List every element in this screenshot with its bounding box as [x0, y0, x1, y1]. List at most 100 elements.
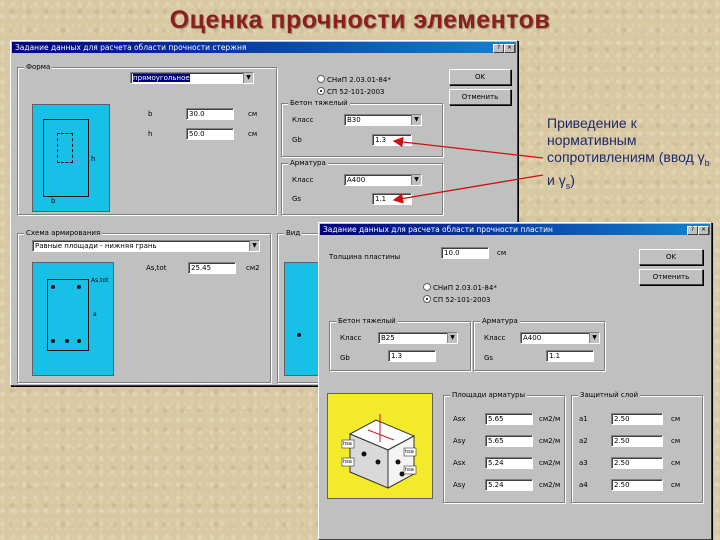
rebar-dot — [65, 339, 69, 343]
close-icon[interactable]: × — [698, 226, 709, 235]
rebar-dot — [77, 339, 81, 343]
concrete-class-value: B25 — [381, 334, 395, 342]
rebar-dot — [51, 339, 55, 343]
help-icon[interactable]: ? — [687, 226, 698, 235]
section-picture: b h — [32, 104, 110, 212]
chevron-down-icon[interactable]: ▼ — [589, 333, 599, 343]
row-cover-label: a3 — [579, 459, 588, 467]
rod-dialog-title: Задание данных для расчета области прочн… — [15, 43, 247, 52]
concrete-group: Бетон тяжелый Класс B30 ▼ Gb 1.3 — [281, 99, 443, 157]
cancel-button[interactable]: Отменить — [639, 269, 703, 285]
concrete-group-label: Бетон тяжелый — [336, 317, 398, 325]
b-unit: см — [248, 110, 258, 118]
row-cover-input[interactable]: 2.50 — [611, 435, 663, 447]
row-label: Asy — [453, 437, 466, 445]
rebar-class-label: Класс — [484, 334, 506, 342]
h-unit: см — [248, 130, 258, 138]
rebar-dot — [297, 333, 301, 337]
pic-label: hsa — [405, 467, 414, 473]
plate-dialog-title: Задание данных для расчета области прочн… — [323, 225, 553, 234]
ok-button[interactable]: OK — [639, 249, 703, 265]
row-area-unit: см2/м — [539, 437, 561, 445]
annotation-mid: и γ — [547, 171, 566, 188]
close-icon[interactable]: × — [504, 44, 515, 53]
rod-dialog-titlebar[interactable]: Задание данных для расчета области прочн… — [12, 42, 516, 53]
row-label: Asx — [453, 459, 466, 467]
norm-radio-snip[interactable]: СНиП 2.03.01-84* — [317, 75, 391, 84]
chevron-down-icon[interactable]: ▼ — [249, 241, 259, 251]
row-area-unit: см2/м — [539, 459, 561, 467]
norm-radio-snip[interactable]: СНиП 2.03.01-84* — [423, 283, 497, 292]
row-area-input[interactable]: 5.65 — [485, 413, 533, 425]
gamma-b-input[interactable]: 1.3 — [388, 350, 436, 362]
row-area-unit: см2/м — [539, 481, 561, 489]
gamma-b-label: Gb — [292, 136, 302, 144]
astot-label: As,tot — [146, 264, 167, 272]
concrete-class-value: B30 — [347, 116, 361, 124]
plate-dialog: Задание данных для расчета области прочн… — [318, 222, 712, 540]
shape-select-value: прямоугольное — [133, 74, 190, 82]
h-label: h — [148, 130, 153, 138]
rebar-group-label: Арматура — [480, 317, 520, 325]
chevron-down-icon[interactable]: ▼ — [447, 333, 457, 343]
slide-title: Оценка прочности элементов — [169, 6, 551, 34]
b-input[interactable]: 30.0 — [186, 108, 234, 120]
norm-radio-snip-label: СНиП 2.03.01-84* — [433, 284, 497, 292]
row-label: Asy — [453, 481, 466, 489]
inner-outline — [57, 133, 73, 163]
row-cover-unit: см — [671, 481, 681, 489]
chevron-down-icon[interactable]: ▼ — [411, 115, 421, 125]
layout-select-value: Равные площади - нижняя грань — [35, 242, 157, 250]
row-cover-input[interactable]: 2.50 — [611, 413, 663, 425]
gamma-s-label: Gs — [292, 195, 302, 203]
layout-group: Схема армирования Равные площади - нижня… — [17, 229, 271, 383]
astot-input[interactable]: 25.45 — [188, 262, 236, 274]
rebar-dot — [77, 285, 81, 289]
row-cover-input[interactable]: 2.50 — [611, 457, 663, 469]
rebar-class-select[interactable]: A400 ▼ — [344, 174, 422, 186]
row-cover-unit: см — [671, 437, 681, 445]
layout-group-label: Схема армирования — [24, 229, 103, 237]
row-area-input[interactable]: 5.65 — [485, 435, 533, 447]
rebar-class-value: A400 — [347, 176, 366, 184]
concrete-class-label: Класс — [340, 334, 362, 342]
help-icon[interactable]: ? — [493, 44, 504, 53]
gamma-s-label: Gs — [484, 354, 494, 362]
row-cover-unit: см — [671, 415, 681, 423]
cancel-button[interactable]: Отменить — [449, 89, 511, 105]
concrete-group: Бетон тяжелый Класс B25 ▼ Gb 1.3 — [329, 317, 471, 371]
annotation-main: Приведение к нормативным сопротивлениям … — [547, 115, 705, 165]
gamma-s-input[interactable]: 1.1 — [546, 350, 594, 362]
gamma-s-input[interactable]: 1.1 — [372, 193, 412, 205]
row-cover-unit: см — [671, 459, 681, 467]
norm-radio-sp[interactable]: СП 52-101-2003 — [423, 295, 491, 304]
row-cover-label: a1 — [579, 415, 588, 423]
norm-radio-sp-label: СП 52-101-2003 — [327, 88, 385, 96]
rebar-group: Арматура Класс A400 ▼ Gs 1.1 — [473, 317, 605, 371]
rebar-class-select[interactable]: A400 ▼ — [520, 332, 600, 344]
gamma-b-input[interactable]: 1.3 — [372, 134, 412, 146]
norm-radio-sp-label: СП 52-101-2003 — [433, 296, 491, 304]
layout-select[interactable]: Равные площади - нижняя грань ▼ — [32, 240, 260, 252]
h-input[interactable]: 50.0 — [186, 128, 234, 140]
rebar-group: Арматура Класс A400 ▼ Gs 1.1 — [281, 159, 443, 215]
row-area-input[interactable]: 5.24 — [485, 457, 533, 469]
rebar-class-label: Класс — [292, 176, 314, 184]
chevron-down-icon[interactable]: ▼ — [243, 73, 253, 83]
row-cover-input[interactable]: 2.50 — [611, 479, 663, 491]
thickness-input[interactable]: 10.0 — [441, 247, 489, 259]
plate-picture: hsa hsa hsa hsa — [327, 393, 433, 499]
annotation-sub-b: b — [704, 157, 710, 168]
shape-select[interactable]: прямоугольное ▼ — [130, 72, 254, 84]
concrete-class-select[interactable]: B25 ▼ — [378, 332, 458, 344]
concrete-class-select[interactable]: B30 ▼ — [344, 114, 422, 126]
norm-radio-sp[interactable]: СП 52-101-2003 — [317, 87, 385, 96]
row-label: Asx — [453, 415, 466, 423]
gamma-b-label: Gb — [340, 354, 350, 362]
chevron-down-icon[interactable]: ▼ — [411, 175, 421, 185]
ok-button[interactable]: OK — [449, 69, 511, 85]
plate-dialog-titlebar[interactable]: Задание данных для расчета области прочн… — [320, 224, 710, 235]
rebar-group-label: Арматура — [288, 159, 328, 167]
row-area-input[interactable]: 5.24 — [485, 479, 533, 491]
thickness-unit: см — [497, 249, 507, 257]
